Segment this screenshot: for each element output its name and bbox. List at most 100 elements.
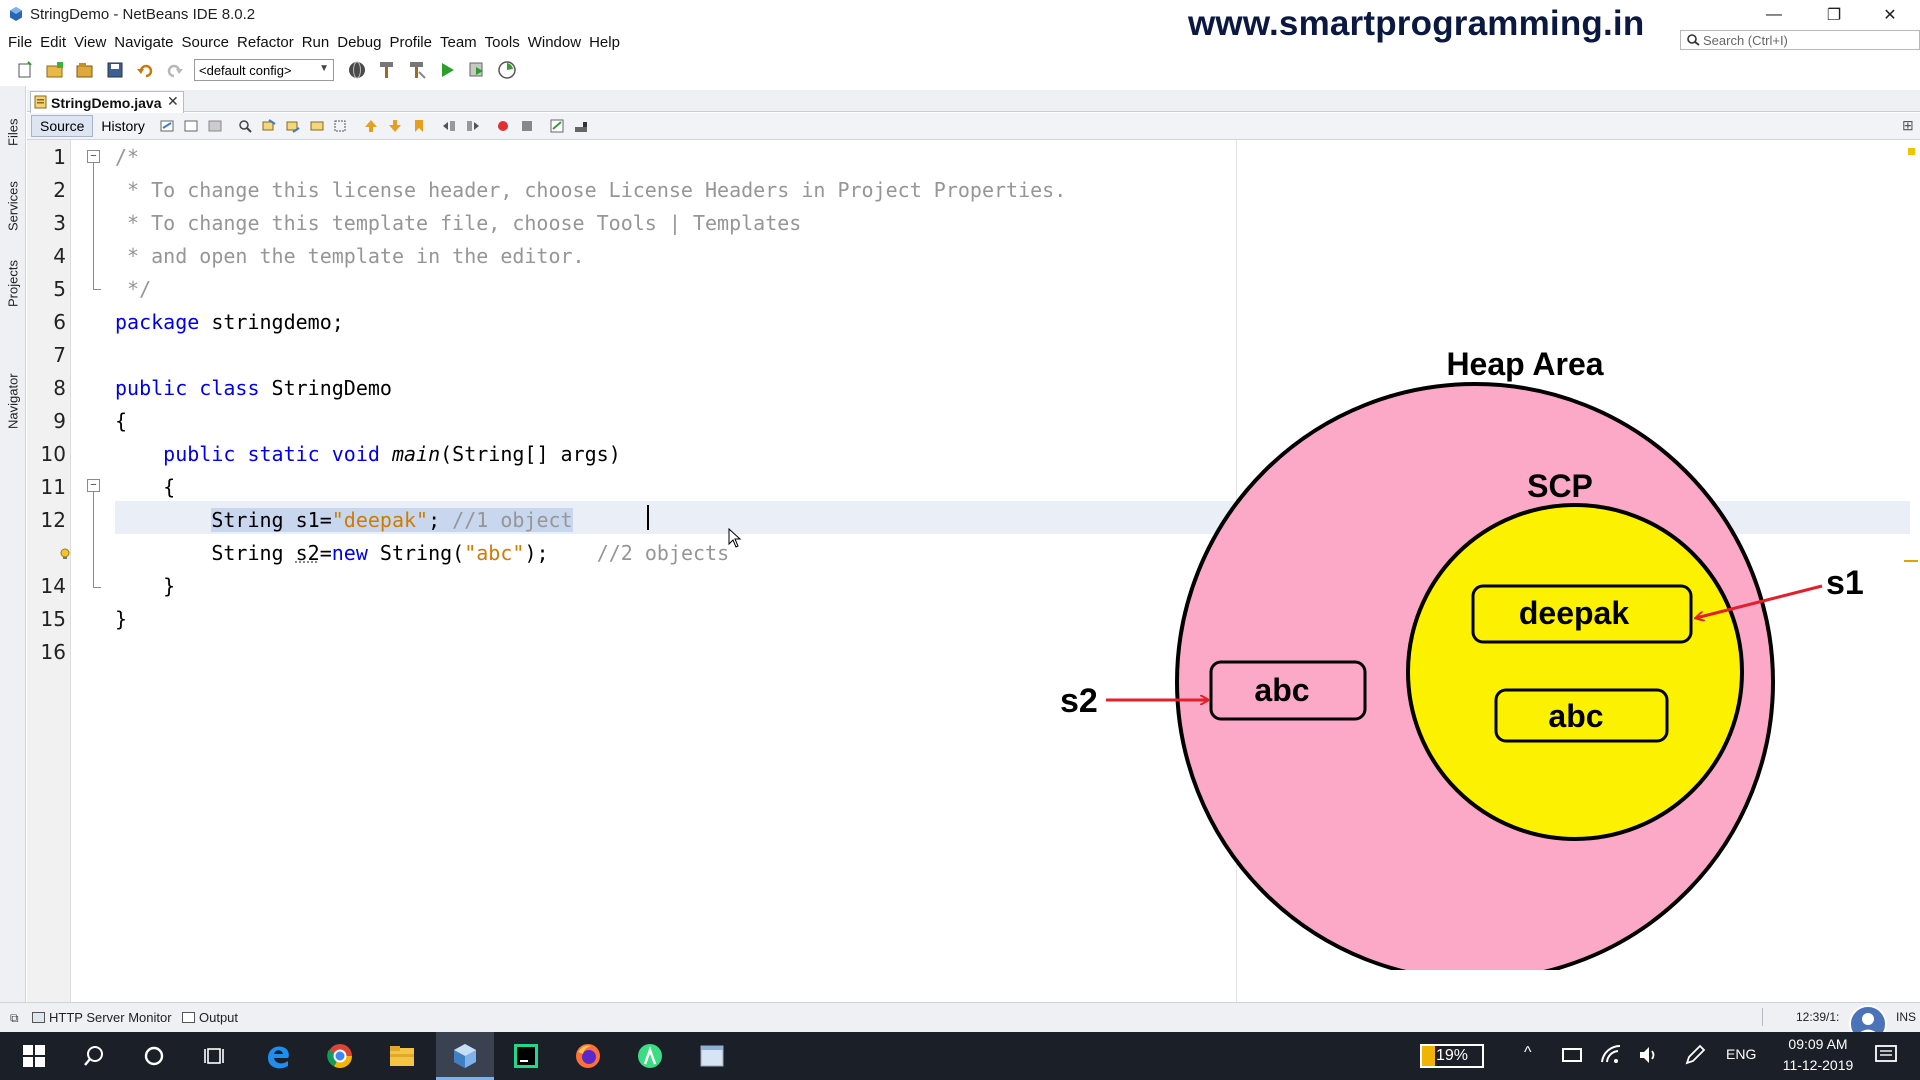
back-icon[interactable] bbox=[181, 117, 201, 135]
pycharm-icon[interactable] bbox=[502, 1038, 550, 1074]
chrome-browser-icon[interactable] bbox=[316, 1038, 364, 1074]
menu-source[interactable]: Source bbox=[181, 34, 229, 51]
output-tab[interactable]: Output bbox=[182, 1010, 238, 1025]
chevron-up-icon[interactable]: ^ bbox=[1524, 1044, 1532, 1062]
edge-browser-icon[interactable] bbox=[254, 1038, 302, 1074]
start-macro-icon[interactable] bbox=[493, 117, 513, 135]
navigator-tab[interactable]: Navigator bbox=[2, 360, 24, 442]
redo-icon[interactable] bbox=[164, 59, 186, 81]
chevron-down-icon: ▼ bbox=[319, 63, 329, 74]
files-tab[interactable]: Files bbox=[2, 102, 24, 162]
debug-icon[interactable] bbox=[466, 59, 488, 81]
find-next-icon[interactable] bbox=[283, 117, 303, 135]
close-button[interactable]: ✕ bbox=[1862, 0, 1918, 30]
menu-profile[interactable]: Profile bbox=[389, 34, 432, 51]
clock-time[interactable]: 09:09 AM bbox=[1780, 1036, 1856, 1052]
menu-view[interactable]: View bbox=[74, 34, 106, 51]
line-number: 8 bbox=[53, 376, 66, 400]
next-bookmark-icon[interactable] bbox=[385, 117, 405, 135]
menu-tools[interactable]: Tools bbox=[485, 34, 520, 51]
config-value: <default config> bbox=[199, 62, 292, 78]
minimize-button[interactable]: — bbox=[1746, 0, 1802, 30]
code-line: public class StringDemo bbox=[115, 376, 392, 400]
fold-toggle-icon[interactable]: − bbox=[87, 150, 100, 163]
s1-label: s1 bbox=[1826, 564, 1864, 602]
battery-indicator[interactable]: 19% bbox=[1420, 1044, 1484, 1068]
menu-team[interactable]: Team bbox=[440, 34, 477, 51]
menu-edit[interactable]: Edit bbox=[40, 34, 66, 51]
notifications-icon[interactable] bbox=[1874, 1044, 1898, 1066]
new-file-icon[interactable] bbox=[14, 59, 36, 81]
status-bar bbox=[0, 1002, 1920, 1032]
config-dropdown[interactable]: <default config> ▼ bbox=[194, 59, 334, 81]
clean-build-icon[interactable] bbox=[406, 59, 428, 81]
line-number: 4 bbox=[53, 244, 66, 268]
menu-debug[interactable]: Debug bbox=[337, 34, 381, 51]
comment-icon[interactable] bbox=[547, 117, 567, 135]
menu-window[interactable]: Window bbox=[528, 34, 581, 51]
toggle-highlight-icon[interactable] bbox=[307, 117, 327, 135]
menu-run[interactable]: Run bbox=[302, 34, 330, 51]
android-studio-icon[interactable] bbox=[626, 1038, 674, 1074]
tab-close-icon[interactable]: ✕ bbox=[167, 93, 179, 110]
line-number: 1 bbox=[53, 145, 66, 169]
search-input[interactable]: Search (Ctrl+I) bbox=[1680, 30, 1920, 50]
uncomment-icon[interactable] bbox=[571, 117, 591, 135]
firefox-icon[interactable] bbox=[564, 1038, 612, 1074]
shift-right-icon[interactable] bbox=[463, 117, 483, 135]
open-project-icon[interactable] bbox=[74, 59, 96, 81]
error-stripe-marker[interactable] bbox=[1908, 148, 1915, 155]
last-edit-icon[interactable] bbox=[157, 117, 177, 135]
warning-lightbulb-icon[interactable] bbox=[59, 548, 71, 560]
menu-refactor[interactable]: Refactor bbox=[237, 34, 294, 51]
code-line: * To change this template file, choose T… bbox=[115, 211, 802, 235]
code-line: String s2=new String("abc"); //2 objects bbox=[211, 541, 730, 565]
task-view-icon[interactable] bbox=[190, 1038, 238, 1074]
http-server-monitor-tab[interactable]: HTTP Server Monitor bbox=[32, 1010, 172, 1025]
line-number: 15 bbox=[40, 607, 66, 631]
notepad-window-icon[interactable] bbox=[688, 1038, 736, 1074]
clock-date[interactable]: 11-12-2019 bbox=[1780, 1057, 1856, 1073]
projects-tab[interactable]: Projects bbox=[2, 250, 24, 318]
history-tab[interactable]: History bbox=[93, 115, 153, 137]
wifi-icon[interactable] bbox=[1600, 1044, 1622, 1066]
line-number: 2 bbox=[53, 178, 66, 202]
globe-icon[interactable] bbox=[346, 59, 368, 81]
new-project-icon[interactable] bbox=[44, 59, 66, 81]
fold-toggle-icon[interactable]: − bbox=[87, 479, 100, 492]
menu-help[interactable]: Help bbox=[589, 34, 620, 51]
volume-icon[interactable] bbox=[1638, 1044, 1660, 1066]
toggle-rect-select-icon[interactable] bbox=[331, 117, 351, 135]
search-taskbar-icon[interactable] bbox=[70, 1038, 118, 1074]
build-icon[interactable] bbox=[376, 59, 398, 81]
windows-start-icon[interactable] bbox=[10, 1038, 58, 1074]
restore-button[interactable]: ❐ bbox=[1806, 0, 1862, 30]
shift-left-icon[interactable] bbox=[439, 117, 459, 135]
fold-guide-end bbox=[93, 587, 101, 588]
maximize-editor-icon[interactable]: ⊞ bbox=[1902, 117, 1914, 134]
code-line: * To change this license header, choose … bbox=[115, 178, 1067, 202]
run-icon[interactable] bbox=[436, 59, 458, 81]
battery-tray-icon[interactable] bbox=[1562, 1048, 1582, 1062]
language-indicator[interactable]: ENG bbox=[1726, 1046, 1756, 1062]
toggle-bookmark-icon[interactable] bbox=[409, 117, 429, 135]
previous-bookmark-icon[interactable] bbox=[361, 117, 381, 135]
file-explorer-icon[interactable] bbox=[378, 1038, 426, 1074]
forward-icon[interactable] bbox=[205, 117, 225, 135]
cortana-icon[interactable] bbox=[130, 1038, 178, 1074]
save-all-icon[interactable] bbox=[104, 59, 126, 81]
file-tab[interactable]: StringDemo.java bbox=[30, 91, 184, 113]
menu-navigate[interactable]: Navigate bbox=[114, 34, 173, 51]
source-tab[interactable]: Source bbox=[31, 115, 94, 137]
profile-icon[interactable] bbox=[496, 59, 518, 81]
code-line: } bbox=[115, 607, 128, 631]
services-tab[interactable]: Services bbox=[2, 170, 24, 242]
restore-window-group-icon[interactable]: ⧉ bbox=[10, 1011, 19, 1026]
stop-macro-icon[interactable] bbox=[517, 117, 537, 135]
find-previous-icon[interactable] bbox=[259, 117, 279, 135]
pen-icon[interactable] bbox=[1684, 1044, 1706, 1066]
find-icon[interactable] bbox=[235, 117, 255, 135]
netbeans-taskbar-icon[interactable] bbox=[441, 1038, 489, 1074]
menu-file[interactable]: File bbox=[8, 34, 32, 51]
undo-icon[interactable] bbox=[134, 59, 156, 81]
